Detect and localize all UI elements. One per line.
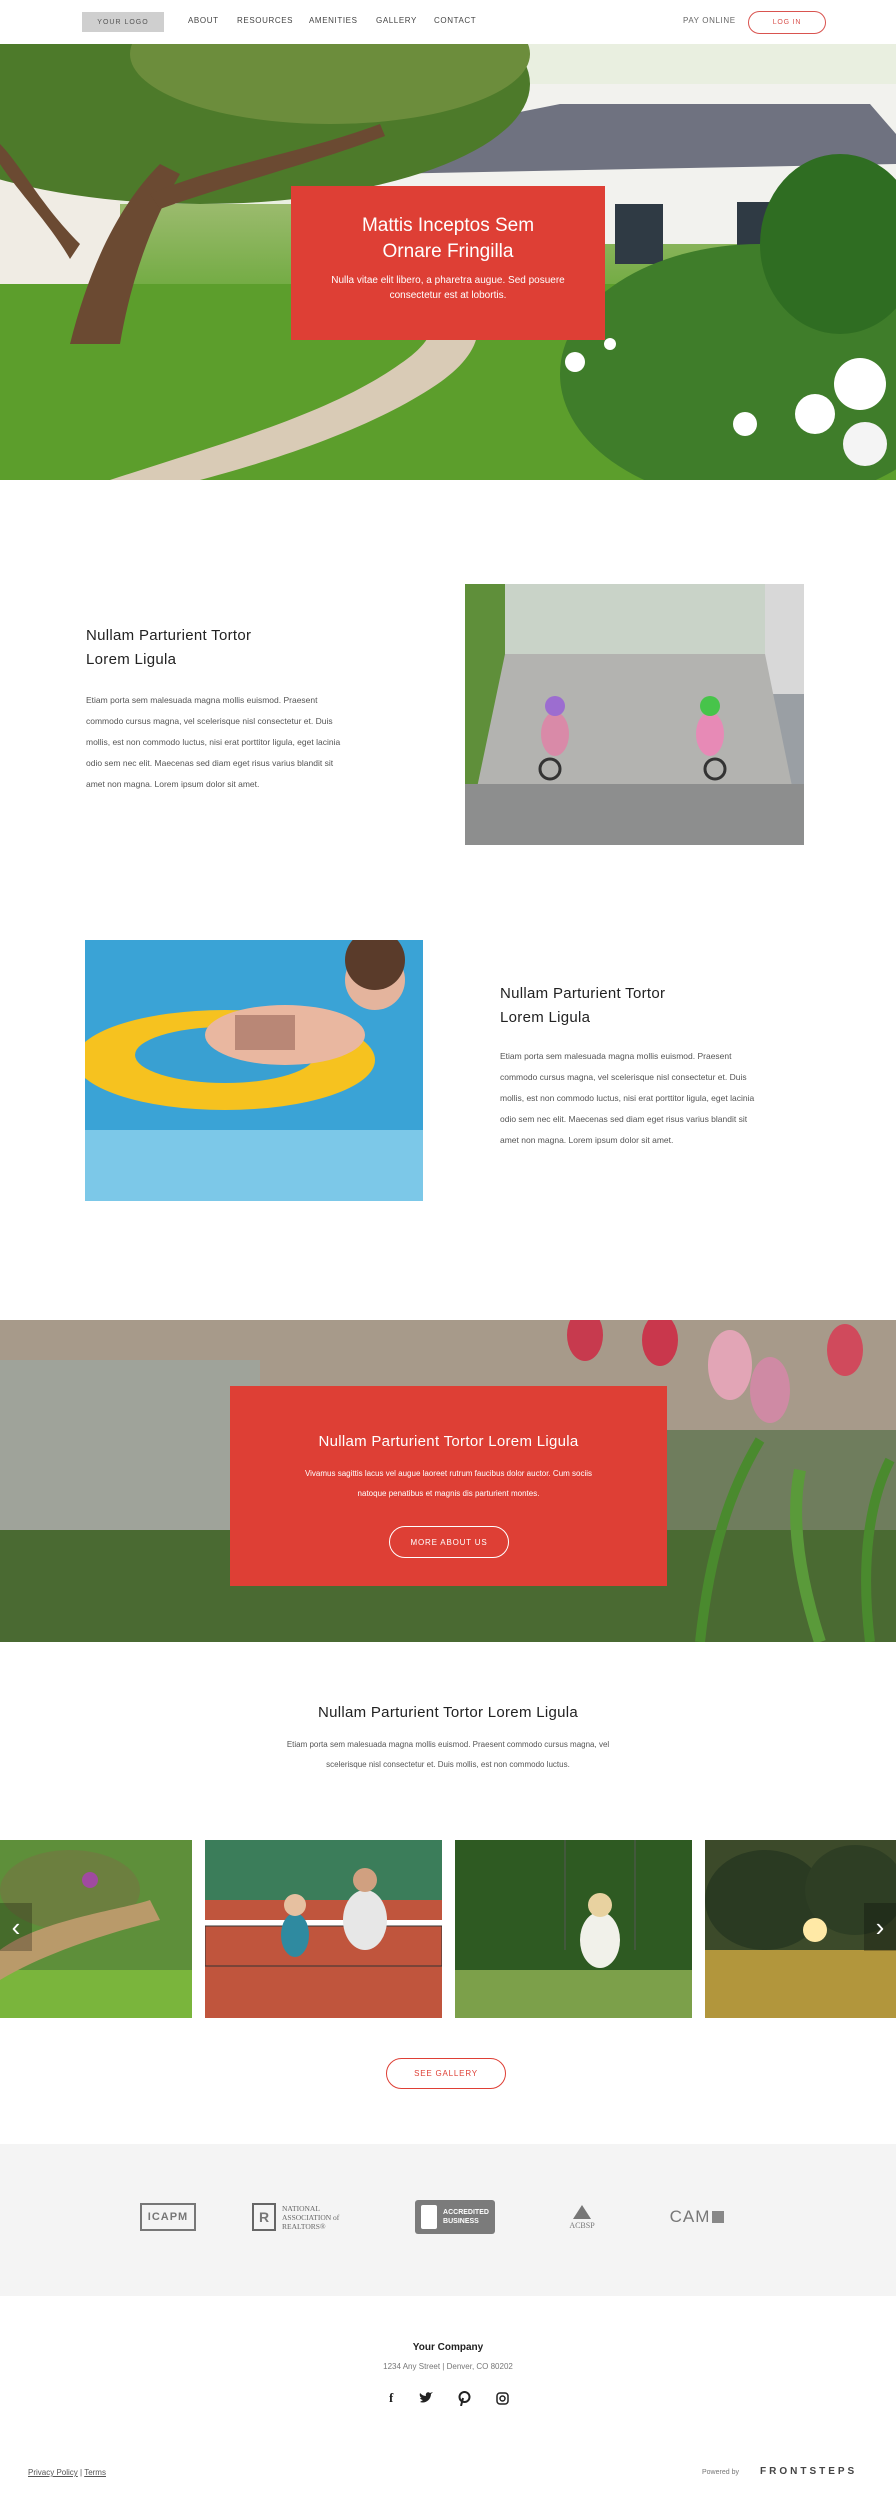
- hero-text-line2: consectetur est at lobortis.: [389, 290, 507, 301]
- hero-text-line1: Nulla vitae elit libero, a pharetra augu…: [331, 275, 565, 286]
- banner-text-line1: Vivamus sagittis lacus vel augue laoreet…: [304, 1469, 593, 1478]
- partner-logo-acbsp: ACBSP: [558, 2197, 606, 2237]
- partner-logo-nar-line3: REALTORS®: [282, 2221, 326, 2231]
- feature1-title-line1: Nullam Parturient Tortor: [86, 627, 252, 644]
- feature2-text-line: odio sem nec elit. Maecenas sed diam ege…: [500, 1114, 748, 1124]
- hero-title: Mattis Inceptos Sem Ornare Fringilla: [291, 213, 605, 265]
- privacy-policy-link[interactable]: Privacy Policy: [28, 2468, 78, 2477]
- footer-address: 1234 Any Street | Denver, CO 80202: [383, 2362, 513, 2371]
- partner-logo-icapm: ICAPM: [138, 2197, 198, 2237]
- feature1-title: Nullam Parturient Tortor Lorem Ligula: [86, 624, 406, 672]
- social-links: f: [389, 2389, 509, 2407]
- more-about-us-button[interactable]: MORE ABOUT US: [389, 1526, 509, 1558]
- gallery-title: Nullam Parturient Tortor Lorem Ligula: [317, 1704, 579, 1721]
- feature1-text-line: mollis, est non commodo luctus, nisi era…: [86, 737, 341, 747]
- nav-about[interactable]: ABOUT: [188, 16, 219, 25]
- footer-company-block: Your Company 1234 Any Street | Denver, C…: [0, 2342, 896, 2371]
- hero-title-line1: Mattis Inceptos Sem: [361, 215, 535, 236]
- gallery-text-line1: Etiam porta sem malesuada magna mollis e…: [286, 1740, 610, 1749]
- feature2-text-line: amet non magna. Lorem ipsum dolor sit am…: [500, 1135, 674, 1145]
- banner-text-line2: natoque penatibus et magnis dis parturie…: [357, 1489, 540, 1498]
- partner-logo-nar-line1: NATIONAL: [282, 2203, 320, 2213]
- partner-logo-icapm-text: ICAPM: [139, 2203, 197, 2231]
- feature2-title: Nullam Parturient Tortor Lorem Ligula: [500, 982, 820, 1030]
- feature1-text-line: Etiam porta sem malesuada magna mollis e…: [86, 695, 318, 705]
- cam-square-icon: [712, 2211, 725, 2223]
- banner-callout: Nullam Parturient Tortor Lorem Ligula Vi…: [230, 1386, 667, 1586]
- legal-links: Privacy Policy | Terms: [28, 2468, 106, 2477]
- nav-contact[interactable]: CONTACT: [434, 16, 476, 25]
- terms-link[interactable]: Terms: [84, 2468, 106, 2477]
- feature2-text-line: mollis, est non commodo luctus, nisi era…: [500, 1093, 755, 1103]
- partner-logo-nar: R NATIONAL ASSOCIATION of REALTORS®: [252, 2197, 357, 2237]
- pay-online-link[interactable]: PAY ONLINE: [683, 16, 736, 25]
- partner-logo-bbb-line1: ACCREDITED: [443, 2209, 489, 2216]
- nav-gallery[interactable]: GALLERY: [376, 16, 417, 25]
- feature1-title-line2: Lorem Ligula: [86, 651, 177, 668]
- feature1-text-line: commodo cursus magna, vel scelerisque ni…: [86, 716, 333, 726]
- footer-bottom-bar: Privacy Policy | Terms Powered by FRONTS…: [0, 2445, 896, 2500]
- hero-callout: Mattis Inceptos Sem Ornare Fringilla Nul…: [291, 186, 605, 340]
- feature2-text-line: commodo cursus magna, vel scelerisque ni…: [500, 1072, 747, 1082]
- feature1-text-line: amet non magna. Lorem ipsum dolor sit am…: [86, 779, 260, 789]
- feature1-text-line: odio sem nec elit. Maecenas sed diam ege…: [86, 758, 334, 768]
- twitter-icon[interactable]: [419, 2392, 433, 2404]
- legal-separator: |: [80, 2468, 83, 2477]
- gallery-intro: Nullam Parturient Tortor Lorem Ligula Et…: [0, 1704, 896, 1775]
- partner-logo-bbb-line2: BUSINESS: [443, 2218, 479, 2225]
- facebook-icon[interactable]: f: [389, 2390, 393, 2406]
- site-logo[interactable]: YOUR LOGO: [82, 12, 164, 32]
- carousel-prev-icon[interactable]: ‹: [0, 1903, 32, 1951]
- pinterest-icon[interactable]: [458, 2390, 471, 2406]
- banner-text: Vivamus sagittis lacus vel augue laoreet…: [230, 1464, 667, 1504]
- hero-title-line2: Ornare Fringilla: [382, 241, 514, 262]
- carousel-next-icon[interactable]: ›: [864, 1903, 896, 1951]
- partner-logo-cam: CAM: [662, 2197, 732, 2237]
- partner-logo-nar-line2: ASSOCIATION of: [282, 2212, 340, 2222]
- site-header: YOUR LOGO ABOUT RESOURCES AMENITIES GALL…: [0, 0, 896, 45]
- feature1-text: Nullam Parturient Tortor Lorem Ligula Et…: [86, 624, 406, 795]
- gallery-photo-swing[interactable]: [455, 1840, 692, 2018]
- gallery-photo-tennis[interactable]: [205, 1840, 442, 2018]
- hero-text: Nulla vitae elit libero, a pharetra augu…: [291, 273, 605, 303]
- partner-logo-bbb: ACCREDITED BUSINESS: [410, 2197, 500, 2237]
- acbsp-triangle-icon: [573, 2204, 591, 2219]
- see-gallery-button[interactable]: SEE GALLERY: [386, 2058, 506, 2089]
- instagram-icon[interactable]: [496, 2391, 509, 2405]
- nav-amenities[interactable]: AMENITIES: [309, 16, 358, 25]
- feature2-text-line: Etiam porta sem malesuada magna mollis e…: [500, 1051, 732, 1061]
- feature2-title-line1: Nullam Parturient Tortor: [500, 985, 666, 1002]
- banner-title: Nullam Parturient Tortor Lorem Ligula: [318, 1433, 579, 1450]
- pool-float-photo: [85, 940, 423, 1201]
- bbb-torch-icon: [421, 2205, 438, 2229]
- footer-company-name: Your Company: [412, 2342, 484, 2353]
- feature2-text: Nullam Parturient Tortor Lorem Ligula Et…: [500, 982, 820, 1151]
- banner-section: Nullam Parturient Tortor Lorem Ligula Vi…: [0, 1320, 896, 1642]
- partner-logo-cam-text: CAM: [669, 2207, 711, 2226]
- hero-section: Mattis Inceptos Sem Ornare Fringilla Nul…: [0, 44, 896, 480]
- partner-logo-acbsp-text: ACBSP: [569, 2220, 595, 2230]
- kids-biking-photo: [465, 584, 804, 845]
- nav-resources[interactable]: RESOURCES: [237, 16, 293, 25]
- powered-by-label: Powered by: [702, 2469, 739, 2476]
- login-button[interactable]: LOG IN: [748, 11, 826, 34]
- feature2-title-line2: Lorem Ligula: [500, 1009, 591, 1026]
- gallery-text-line2: scelerisque nisl consectetur et. Duis mo…: [326, 1760, 570, 1769]
- frontsteps-brand-link[interactable]: FRONTSTEPS: [760, 2466, 857, 2477]
- realtor-r-icon: R: [252, 2203, 276, 2231]
- gallery-text: Etiam porta sem malesuada magna mollis e…: [0, 1735, 896, 1775]
